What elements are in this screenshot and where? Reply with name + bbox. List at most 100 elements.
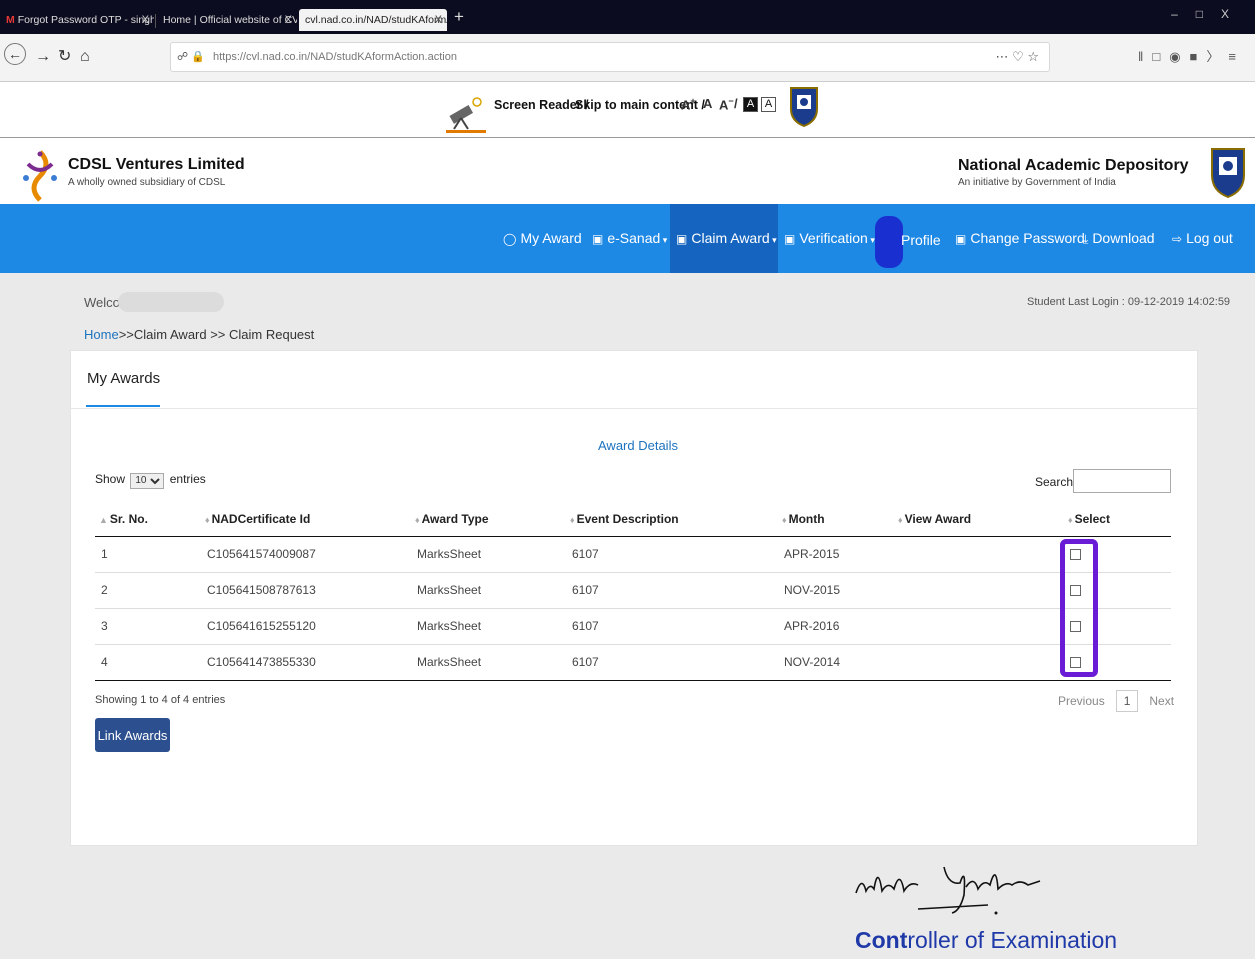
- col-sr-no[interactable]: ▲ Sr. No.: [95, 502, 201, 537]
- menu-claim-award[interactable]: ▣ Claim Award ▾: [676, 228, 777, 250]
- main-nav-menu: ◯ My Award ▣ e-Sanad ▾ ▣ Claim Award ▾ ▣ Ver…: [0, 204, 1255, 273]
- table-row: 2 C105641508787613 MarksSheet 6107 NOV-2…: [95, 572, 1171, 609]
- cell-sr: 4: [95, 644, 201, 681]
- panel-divider: [71, 408, 1197, 409]
- handwritten-signature: [855, 866, 1041, 915]
- active-tab-underline: [86, 405, 160, 407]
- award-icon: ◯: [503, 232, 517, 246]
- cell-month: APR-2016: [778, 608, 894, 645]
- sort-icon: ♦: [1068, 514, 1073, 525]
- col-certificate-id[interactable]: ♦ NADCertificate Id: [201, 502, 411, 537]
- col-select[interactable]: ♦ Select: [1064, 502, 1171, 537]
- menu-logout[interactable]: ⇨ Log out: [1172, 228, 1233, 249]
- clipboard-icon: ▣: [955, 232, 967, 246]
- menu-label: Verification: [799, 230, 868, 246]
- search-label: Search:: [1035, 475, 1077, 489]
- caret-down-icon: ▾: [867, 235, 875, 245]
- table-info-text: Showing 1 to 4 of 4 entries: [95, 694, 226, 706]
- cell-view[interactable]: [894, 572, 1064, 609]
- toolbar-icons[interactable]: ‖□◉■〉≡: [1138, 46, 1245, 65]
- clipboard-icon: ▣: [676, 232, 688, 246]
- col-label: View Award: [904, 511, 972, 526]
- cell-event: 6107: [566, 608, 778, 645]
- clipboard-icon: ▣: [784, 232, 796, 246]
- close-tab-icon[interactable]: X: [142, 9, 149, 31]
- cell-sr: 1: [95, 536, 201, 573]
- col-label: Month: [788, 511, 825, 526]
- font-increase-label: A: [681, 97, 691, 113]
- menu-label: Download: [1092, 230, 1155, 246]
- browser-tab-bar: M Forgot Password OTP - singhar X Home | …: [0, 0, 1255, 34]
- home-icon[interactable]: ⌂: [80, 48, 90, 66]
- menu-profile[interactable]: Profile: [901, 230, 941, 250]
- close-tab-icon[interactable]: X: [285, 9, 292, 31]
- nad-crest-icon: [1211, 148, 1245, 199]
- menu-my-award[interactable]: ◯ My Award: [503, 228, 582, 249]
- window-controls[interactable]: –□X: [1171, 7, 1247, 21]
- cell-type: MarksSheet: [411, 572, 566, 609]
- cell-type: MarksSheet: [411, 644, 566, 681]
- font-increase-button[interactable]: A+: [681, 96, 696, 112]
- bookmark-star-icon[interactable]: ⋯ ♡ ☆: [995, 49, 1039, 65]
- tab-title: Forgot Password OTP - singhar: [17, 14, 154, 26]
- caret-down-icon: ▾: [769, 235, 777, 245]
- menu-download[interactable]: ⤓ Download: [1083, 228, 1155, 249]
- dark-contrast-button[interactable]: A: [743, 97, 758, 112]
- awards-table: ▲ Sr. No. ♦ NADCertificate Id ♦ Award Type …: [95, 502, 1171, 681]
- menu-change-password[interactable]: ▣ Change Password: [955, 228, 1085, 249]
- cell-view[interactable]: [894, 536, 1064, 573]
- tab-my-awards[interactable]: My Awards: [87, 370, 160, 387]
- reload-button[interactable]: ↻: [58, 48, 71, 66]
- col-month[interactable]: ♦ Month: [778, 502, 894, 537]
- pagination-page-1[interactable]: 1: [1116, 690, 1139, 712]
- col-view-award[interactable]: ♦ View Award: [894, 502, 1064, 537]
- entries-select[interactable]: 10: [130, 472, 165, 489]
- cell-event: 6107: [566, 644, 778, 681]
- clipboard-icon: ▣: [592, 232, 604, 246]
- search-input[interactable]: [1073, 469, 1171, 493]
- browser-tab-active[interactable]: cvl.nad.co.in/NAD/studKAformAct X: [299, 9, 447, 31]
- menu-label: e-Sanad: [607, 230, 661, 246]
- sort-icon: ♦: [782, 514, 787, 525]
- cell-type: MarksSheet: [411, 536, 566, 573]
- pagination-next[interactable]: Next: [1149, 694, 1174, 708]
- menu-label: Log out: [1186, 230, 1233, 246]
- link-awards-button[interactable]: Link Awards: [95, 718, 170, 752]
- cell-view[interactable]: [894, 608, 1064, 645]
- nad-subtitle: An initiative by Government of India: [958, 177, 1116, 188]
- table-header-row: ▲ Sr. No. ♦ NADCertificate Id ♦ Award Type …: [95, 502, 1171, 537]
- menu-label: Claim Award: [691, 230, 770, 246]
- org-subtitle: A wholly owned subsidiary of CDSL: [68, 177, 226, 188]
- menu-label: Change Password: [970, 230, 1085, 246]
- col-label: Award Type: [421, 511, 489, 526]
- forward-button[interactable]: →: [35, 48, 51, 66]
- back-button[interactable]: ←: [4, 43, 26, 65]
- cell-id: C105641508787613: [201, 572, 411, 609]
- browser-tab-gmail[interactable]: M Forgot Password OTP - singhar X: [0, 9, 154, 31]
- address-bar[interactable]: ☍ 🔒 https://cvl.nad.co.in/NAD/studKAform…: [170, 42, 1050, 72]
- cdsl-logo-icon: [23, 150, 57, 202]
- font-decrease-button[interactable]: A−: [719, 96, 734, 112]
- pagination-previous[interactable]: Previous: [1058, 694, 1105, 708]
- cell-type: MarksSheet: [411, 608, 566, 645]
- browser-nav-bar: ← → ↻ ⌂ ☍ 🔒 https://cvl.nad.co.in/NAD/st…: [0, 34, 1255, 82]
- cell-id: C105641615255120: [201, 608, 411, 645]
- table-row: 3 C105641615255120 MarksSheet 6107 APR-2…: [95, 608, 1171, 645]
- font-decrease-label: A: [719, 97, 729, 113]
- download-icon: ⤓: [1083, 232, 1089, 246]
- new-tab-button[interactable]: +: [454, 7, 464, 27]
- breadcrumb: Home>>Claim Award >> Claim Request: [84, 327, 314, 342]
- menu-e-sanad[interactable]: ▣ e-Sanad ▾: [592, 228, 667, 250]
- lock-icon: ☍ 🔒: [177, 51, 205, 63]
- stamp-rest: roller of Examination: [907, 927, 1118, 953]
- caret-down-icon: ▾: [660, 235, 668, 245]
- breadcrumb-home-link[interactable]: Home: [84, 327, 119, 342]
- font-normal-button[interactable]: A: [703, 96, 712, 111]
- light-contrast-button[interactable]: A: [761, 97, 776, 112]
- browser-tab-cvl[interactable]: Home | Official website of CVL-Nat X: [157, 9, 297, 31]
- close-tab-icon[interactable]: X: [435, 9, 442, 31]
- col-event-description[interactable]: ♦ Event Description: [566, 502, 778, 537]
- menu-verification[interactable]: ▣ Verification ▾: [784, 228, 875, 250]
- col-award-type[interactable]: ♦ Award Type: [411, 502, 566, 537]
- cell-view[interactable]: [894, 644, 1064, 681]
